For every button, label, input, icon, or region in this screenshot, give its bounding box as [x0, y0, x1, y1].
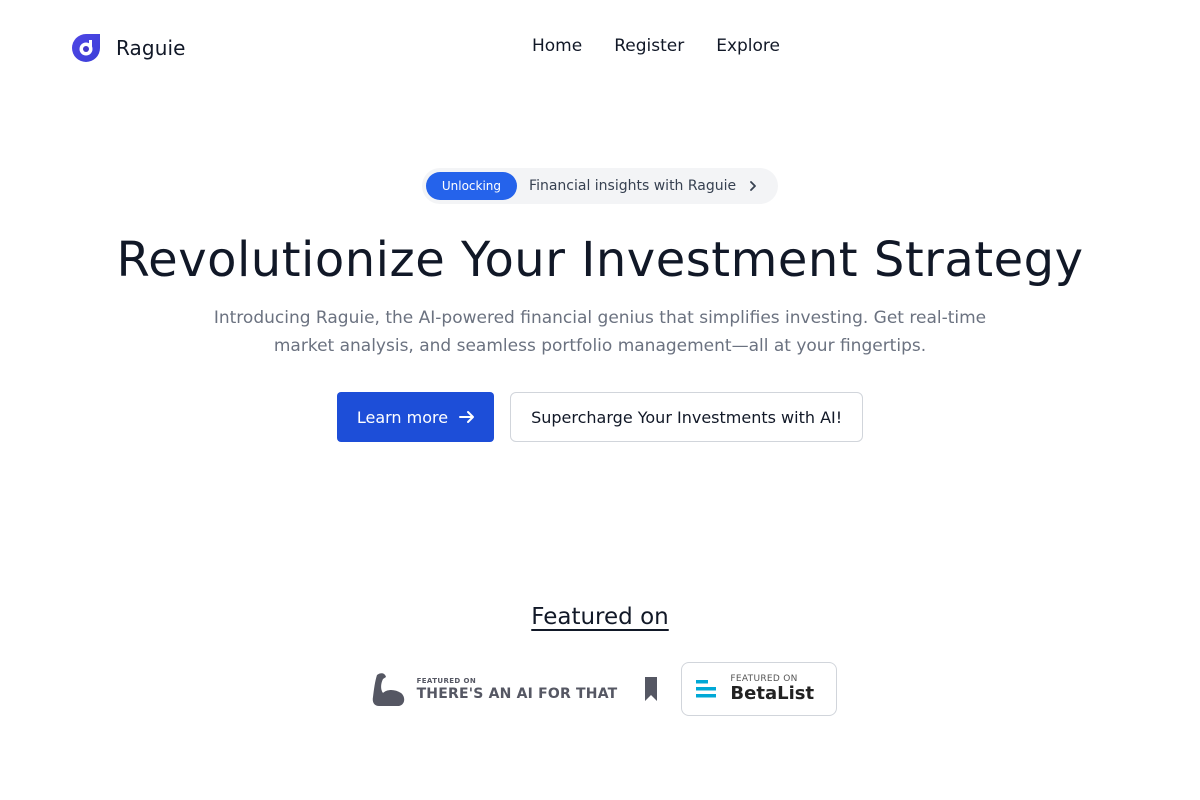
nav-links: Home Register Explore: [532, 36, 780, 56]
learn-more-label: Learn more: [356, 407, 449, 427]
pill-text: Financial insights with Raguie: [529, 178, 737, 194]
brand[interactable]: Raguie: [70, 32, 186, 64]
learn-more-button[interactable]: Learn more: [336, 392, 495, 442]
betalist-bars-icon: [696, 680, 717, 698]
taaft-small-text: FEATURED ON: [416, 676, 477, 685]
brand-name: Raguie: [116, 36, 186, 60]
cta-group: Learn more Supercharge Your Investments …: [0, 392, 1200, 442]
droplet-logo-icon: [72, 34, 100, 62]
betalist-big-text: BetaList: [730, 683, 815, 704]
supercharge-button[interactable]: Supercharge Your Investments with AI!: [510, 392, 864, 442]
pill-badge: Unlocking: [425, 172, 518, 200]
bookmark-icon: [645, 677, 658, 701]
page-title: Revolutionize Your Investment Strategy: [116, 232, 1084, 288]
taaft-badge[interactable]: FEATURED ON THERE'S AN AI FOR THAT: [369, 662, 658, 716]
nav-register[interactable]: Register: [614, 36, 684, 56]
taaft-big-text: THERE'S AN AI FOR THAT: [416, 685, 618, 702]
betalist-badge[interactable]: FEATURED ON BetaList: [681, 662, 838, 716]
flexed-arm-icon: [372, 673, 404, 706]
hero-section: Unlocking Financial insights with Raguie…: [0, 168, 1200, 442]
arrow-right-icon: [459, 411, 475, 423]
nav-home[interactable]: Home: [532, 36, 582, 56]
announcement-pill[interactable]: Unlocking Financial insights with Raguie: [421, 168, 779, 204]
chevron-right-icon: [750, 181, 757, 191]
nav-explore[interactable]: Explore: [716, 36, 780, 56]
hero-subtitle: Introducing Raguie, the AI-powered finan…: [213, 308, 987, 356]
featured-section: Featured on: [0, 604, 1200, 630]
top-nav: Raguie Home Register Explore: [0, 0, 1200, 96]
featured-badges: FEATURED ON THERE'S AN AI FOR THAT FEATU…: [0, 662, 1200, 716]
featured-title: Featured on: [531, 604, 669, 630]
